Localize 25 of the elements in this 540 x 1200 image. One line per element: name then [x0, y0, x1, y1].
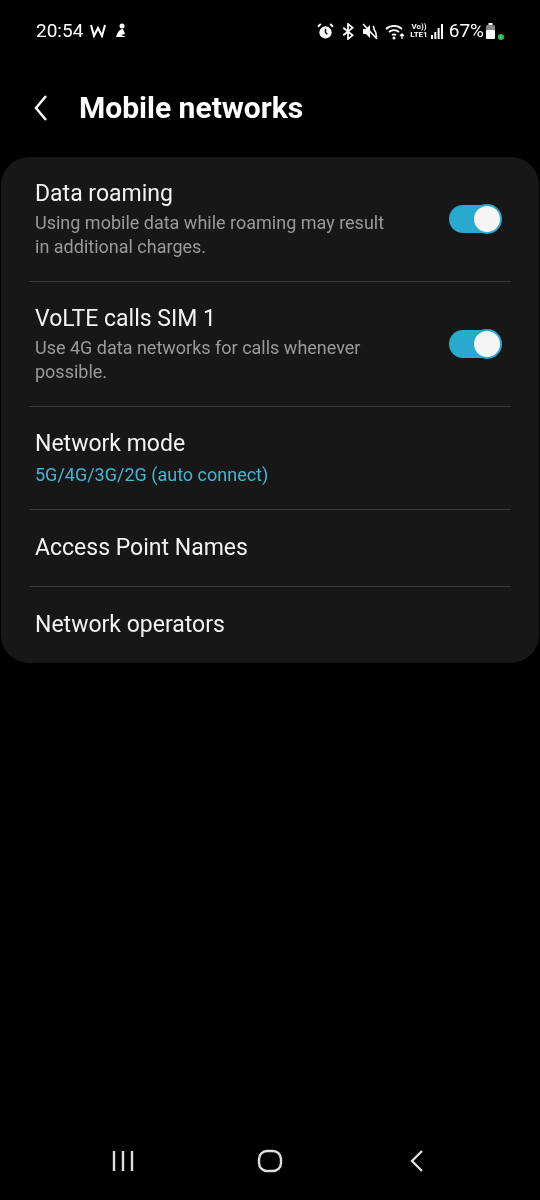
- page-title: Mobile networks: [79, 89, 304, 127]
- setting-title: Network mode: [35, 429, 187, 459]
- toggle-switch[interactable]: [449, 205, 501, 233]
- mute-icon: [362, 22, 379, 40]
- battery-percentage: 67%: [448, 17, 484, 44]
- app-logo-icon: [90, 24, 107, 38]
- back-icon[interactable]: [409, 1149, 424, 1173]
- volte-label: Vo)): [411, 23, 427, 31]
- alarm-icon: [317, 22, 335, 40]
- toggle-switch[interactable]: [449, 330, 501, 358]
- network-label: LTE1: [410, 31, 428, 39]
- setting-title: VoLTE calls SIM 1: [35, 304, 217, 334]
- signal-icon: [430, 23, 443, 39]
- home-icon[interactable]: [257, 1149, 283, 1173]
- setting-title: Access Point Names: [35, 533, 249, 563]
- setting-description: Use 4G data networks for calls whenever possible.: [35, 336, 362, 384]
- setting-title: Data roaming: [35, 179, 174, 209]
- battery-icon: [486, 23, 495, 39]
- setting-description: Using mobile data while roaming may result in additional charges.: [35, 211, 385, 259]
- setting-title: Network operators: [35, 610, 226, 640]
- clock: 20:54: [36, 17, 84, 44]
- bluetooth-icon: [342, 22, 355, 40]
- setting-value: 5G/4G/3G/2G (auto connect): [35, 463, 270, 487]
- wifi-icon: [385, 22, 406, 40]
- recent-apps-icon[interactable]: [111, 1150, 136, 1172]
